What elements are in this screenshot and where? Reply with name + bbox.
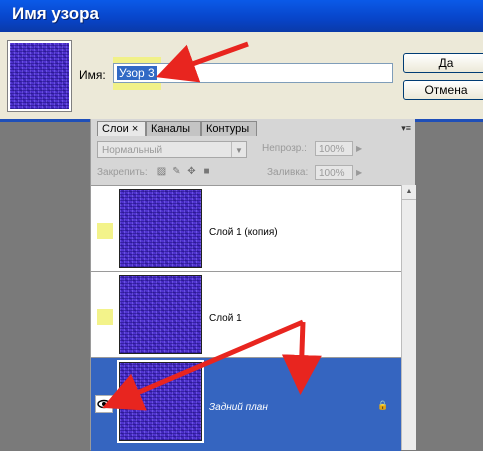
annotation-arrows: [102, 41, 322, 411]
annotation-arrow: [102, 319, 304, 411]
annotation-arrow: [155, 41, 249, 83]
annotation-arrow: [281, 321, 322, 395]
